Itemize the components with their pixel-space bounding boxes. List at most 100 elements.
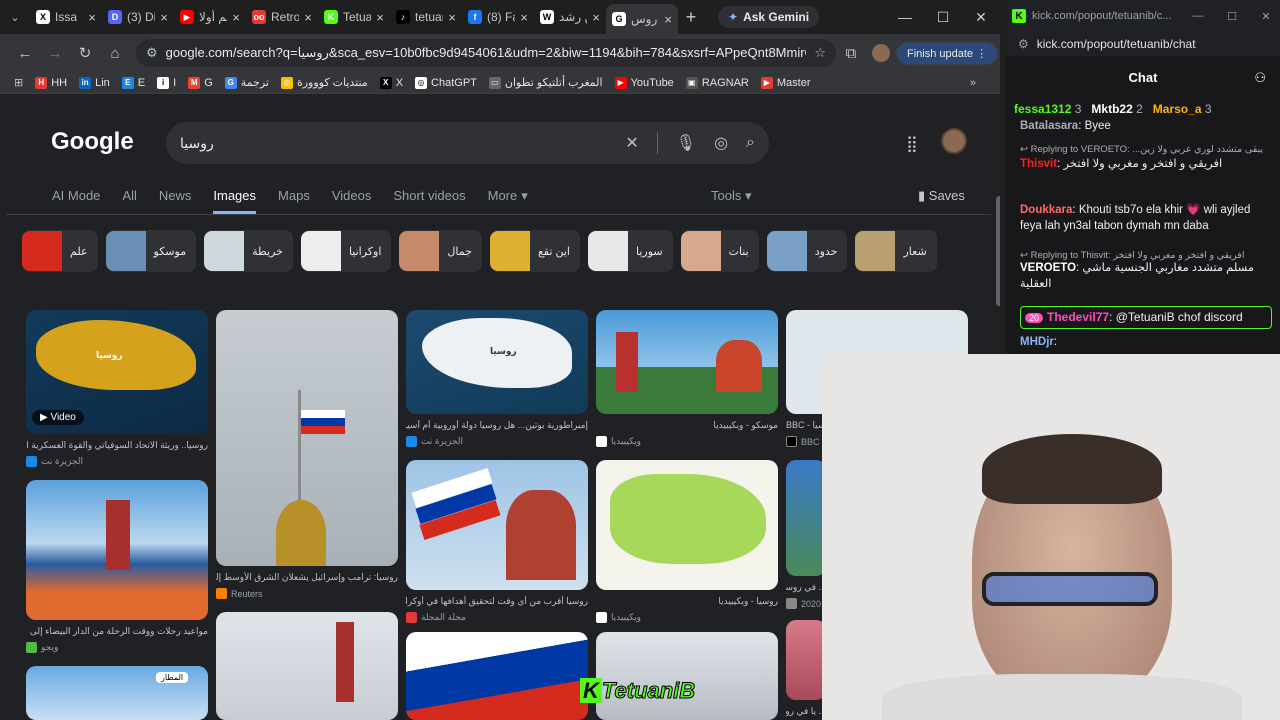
home-button[interactable]: ⌂ (100, 45, 130, 62)
bookmark-item[interactable]: G ترجمة (224, 76, 269, 89)
forward-button[interactable]: → (40, 45, 70, 62)
result-caption[interactable]: ... يا في روسيا (786, 706, 826, 717)
image-result-city[interactable] (786, 460, 826, 576)
related-chip[interactable]: جمال (399, 230, 482, 272)
browser-tab[interactable]: K Tetuani × (318, 4, 390, 30)
page-scrollbar[interactable] (996, 196, 1000, 306)
extensions-icon[interactable]: ⧉ (836, 45, 866, 62)
close-tab-icon[interactable]: × (232, 10, 240, 25)
browser-tab[interactable]: oo RetroGa × (246, 4, 318, 30)
result-caption[interactable]: روسيا.. وريثة الاتحاد السوفياتي والقوة ا… (26, 440, 208, 451)
search-tab-maps[interactable]: Maps (278, 188, 310, 214)
image-result-regions-map[interactable] (596, 460, 778, 590)
bookmark-item[interactable]: EE (121, 76, 145, 89)
result-caption[interactable]: إمبراطورية بوتين... هل روسيا دولة أوروبي… (406, 420, 588, 431)
tools-button[interactable]: Tools ▾ (711, 188, 752, 204)
address-bar[interactable]: ⚙ google.com/search?q=روسيا&sca_esv=10b0… (136, 39, 836, 67)
close-tab-icon[interactable]: × (520, 10, 528, 25)
back-button[interactable]: ← (10, 45, 40, 62)
bookmark-item[interactable]: H HH (35, 76, 67, 89)
chat-message[interactable]: MHDjr: (1020, 334, 1272, 350)
bookmark-item[interactable]: iI (157, 76, 176, 89)
close-tab-icon[interactable]: × (592, 10, 600, 25)
image-result-russia-map-light[interactable]: روسيا (406, 310, 588, 414)
bookmark-item[interactable]: ◎ منتديات كووورة (280, 76, 368, 89)
clear-search-icon[interactable]: ✕ (625, 133, 638, 153)
google-logo[interactable]: Google (51, 128, 134, 156)
result-caption[interactable]: ... في روسيا (786, 582, 826, 593)
close-tab-icon[interactable]: × (448, 10, 456, 25)
bookmark-item[interactable]: XX (379, 76, 403, 89)
search-tab-ai-mode[interactable]: AI Mode (52, 188, 100, 214)
image-result-st-basil[interactable]: المطار (26, 666, 208, 720)
browser-tab[interactable]: ♪ tetuani × (390, 4, 462, 30)
chat-username[interactable]: Doukkara (1020, 204, 1072, 216)
chat-username[interactable]: Batalasara (1020, 120, 1078, 132)
chat-username[interactable]: MHDjr (1020, 336, 1054, 348)
result-caption[interactable]: موسكو - ويكيبيديا (596, 420, 778, 431)
result-caption[interactable]: روسيا - ويكيبيديا (596, 596, 778, 607)
search-tab-short-videos[interactable]: Short videos (393, 188, 465, 214)
related-chip[interactable]: اين تقع (489, 230, 580, 272)
browser-tab[interactable]: G روس × (606, 4, 678, 34)
browser-tab[interactable]: W ابن رشد × (534, 4, 606, 30)
search-tab-videos[interactable]: Videos (332, 188, 372, 214)
close-window-button[interactable]: ✕ (1252, 10, 1280, 23)
close-tab-icon[interactable]: × (376, 10, 384, 25)
result-caption[interactable]: BBC - روسيا (786, 420, 826, 431)
browser-tab[interactable]: X Issa × (30, 4, 102, 30)
chat-message[interactable]: Thisvit: افريقي و افتخر و مغربي ولا افتخ… (1020, 156, 1272, 172)
image-result-russia-map-video[interactable]: روسيا ▶ Video (26, 310, 208, 434)
result-caption[interactable]: مواعيد رحلات ووقت الرحلة من الدار البيضا… (26, 626, 208, 637)
search-tab-news[interactable]: News (159, 188, 192, 214)
close-tab-icon[interactable]: × (160, 10, 168, 25)
chat-address-bar[interactable]: ⚙ kick.com/popout/tetuanib/chat (1006, 32, 1280, 56)
more-bookmarks-icon[interactable]: » (970, 77, 976, 89)
bookmark-item[interactable]: ▶ YouTube (614, 76, 674, 89)
image-result-flagpole[interactable] (216, 310, 398, 566)
bookmark-item[interactable]: ▭ المغرب أتلتيكو تطوان (488, 76, 603, 89)
chat-username[interactable]: VEROETO (1020, 262, 1076, 274)
result-caption[interactable]: روسيا أقرب من أي وقت لتحقيق أهدافها في أ… (406, 596, 588, 607)
google-account-avatar[interactable] (941, 128, 967, 154)
image-result-flag-cathedral[interactable] (406, 460, 588, 590)
related-chip[interactable]: اوكرانيا (300, 230, 392, 272)
search-icon[interactable]: ⌕ (746, 134, 755, 152)
maximize-button[interactable]: ☐ (924, 9, 962, 26)
result-caption[interactable]: روسيا: ترامب وإسرائيل يشعلان الشرق الأوس… (216, 572, 398, 583)
bookmark-item[interactable]: ◎ ChatGPT (415, 76, 477, 89)
related-chip[interactable]: حدود (766, 230, 848, 272)
search-input[interactable]: روسيا (180, 135, 625, 152)
close-tab-icon[interactable]: × (88, 10, 96, 25)
new-tab-button[interactable]: + (678, 7, 704, 28)
image-result-red-square[interactable] (26, 480, 208, 620)
close-tab-icon[interactable]: × (664, 12, 672, 27)
search-tab-images[interactable]: Images (213, 188, 257, 214)
chat-message[interactable]: 20 Thedevil77: @TetuaniB chof discord (1020, 306, 1272, 329)
finish-update-button[interactable]: Finish update ⋮ (896, 41, 999, 65)
bookmark-item[interactable]: in Lin (79, 76, 110, 89)
bookmark-item[interactable]: ▣ RAGNAR (685, 76, 749, 89)
related-chip[interactable]: موسكو (105, 230, 197, 272)
related-chip[interactable]: علم (22, 230, 98, 272)
bookmark-item[interactable]: ▶ Master (760, 76, 811, 89)
minimize-button[interactable]: — (886, 9, 924, 25)
chat-message[interactable]: Doukkara: Khouti tsb7o ela khir 💗 wli ay… (1020, 202, 1272, 234)
image-result-flag-large[interactable] (406, 632, 588, 720)
search-box[interactable]: روسيا ✕ 🎙 ◎ ⌕ (166, 122, 769, 164)
browser-tab[interactable]: D (3) Disc × (102, 4, 174, 30)
users-icon[interactable]: ⚇ (1254, 64, 1266, 92)
minimize-button[interactable]: — (1184, 10, 1212, 22)
related-chip[interactable]: خريطة (204, 230, 293, 272)
site-info-icon[interactable]: ⚙ (1018, 37, 1029, 51)
image-result-kremlin[interactable] (596, 310, 778, 414)
related-chip[interactable]: بنات (680, 230, 759, 272)
site-info-icon[interactable]: ⚙ (146, 45, 158, 61)
search-tab-more[interactable]: More (488, 188, 518, 214)
lens-search-icon[interactable]: ◎ (714, 133, 728, 153)
close-tab-icon[interactable]: × (304, 10, 312, 25)
maximize-button[interactable]: ☐ (1218, 10, 1246, 23)
voice-search-icon[interactable]: 🎙 (676, 133, 696, 153)
chat-username[interactable]: Thisvit (1020, 158, 1057, 170)
profile-avatar[interactable] (872, 44, 890, 62)
